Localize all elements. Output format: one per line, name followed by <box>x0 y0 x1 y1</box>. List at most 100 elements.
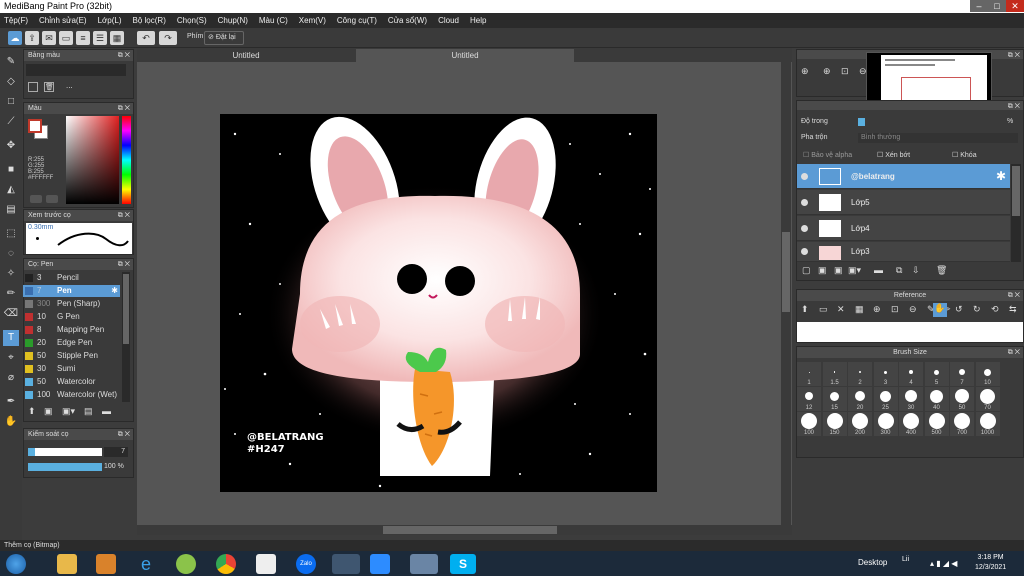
brush-size-slider[interactable] <box>28 448 102 456</box>
select-tool-icon[interactable]: ⬚ <box>3 226 19 242</box>
language-indicator[interactable]: Lii <box>902 556 909 563</box>
brush-size-option[interactable]: 40 <box>924 387 949 411</box>
brush-size-option[interactable]: 500 <box>924 412 949 436</box>
lock-checkbox[interactable]: ☐ Khóa <box>952 151 977 159</box>
cloud-icon[interactable]: ☁ <box>8 31 22 45</box>
brush-size-option[interactable]: 70 <box>975 387 1000 411</box>
select-pen-icon[interactable]: ✏ <box>3 286 19 302</box>
menu-tools[interactable]: Công cụ(T) <box>337 16 377 25</box>
brush-folder-icon[interactable]: ▣ <box>44 406 53 417</box>
rotate-left-icon[interactable]: ↺ <box>955 304 963 315</box>
new-layer-icon[interactable]: ▢ <box>802 265 811 276</box>
menu-select[interactable]: Chọn(S) <box>177 16 207 25</box>
ie-icon[interactable]: e <box>136 554 156 574</box>
layer-row[interactable]: Lớp5 <box>797 190 1010 215</box>
pen-icon[interactable]: ✒ <box>3 394 19 410</box>
tray-icons[interactable]: ▴ ▮ ◢ ◀ <box>930 559 957 568</box>
select-eraser-icon[interactable]: ⌫ <box>3 306 19 322</box>
maximize-button[interactable]: □ <box>988 0 1006 12</box>
clock[interactable]: 3:18 PM 12/3/2021 <box>975 553 1006 573</box>
pen-line-icon[interactable]: ⟋ <box>3 114 19 130</box>
reference-canvas[interactable] <box>797 322 1023 342</box>
eye-icon[interactable] <box>801 225 808 232</box>
opacity-slider[interactable] <box>28 463 102 471</box>
brush-size-option[interactable]: 1 <box>797 362 821 386</box>
brush-tool-icon[interactable]: ✎ <box>3 54 19 70</box>
panel-controls-icon[interactable]: ⧉ ✕ <box>118 103 130 114</box>
new-layer-8bit-icon[interactable]: ▣ <box>834 265 843 276</box>
brush-size-option[interactable]: 15 <box>822 387 847 411</box>
layers-scrollbar[interactable] <box>1011 164 1021 262</box>
move-tool-icon[interactable]: ✥ <box>3 138 19 154</box>
brush-item[interactable]: 30 Sumi <box>23 363 120 375</box>
menu-filter[interactable]: Bộ lọc(R) <box>133 16 166 25</box>
chat-icon[interactable]: ✉ <box>42 31 56 45</box>
palette-more[interactable]: ... <box>66 81 73 90</box>
brush-size-option[interactable]: 7 <box>950 362 974 386</box>
gear-icon[interactable]: ✱ <box>111 285 118 297</box>
add-brush-icon[interactable]: ⬆ <box>28 406 36 417</box>
panel-controls-icon[interactable]: ⧉ ✕ <box>118 429 130 440</box>
document-icon[interactable]: ≡ <box>76 31 90 45</box>
brush-copy-icon[interactable]: ▤ <box>84 406 93 417</box>
media-player-icon[interactable] <box>96 554 116 574</box>
menu-edit[interactable]: Chỉnh sửa(E) <box>39 16 87 25</box>
text-tool-icon[interactable]: T <box>3 330 19 346</box>
zoom-icon[interactable]: ⊕ <box>801 66 809 77</box>
brush-size-option[interactable]: 1.5 <box>822 362 847 386</box>
brush-size-option[interactable]: 12 <box>797 387 821 411</box>
chrome-icon[interactable] <box>216 554 236 574</box>
brush-size-option[interactable]: 700 <box>950 412 974 436</box>
layer-folder-icon[interactable]: ▬ <box>874 265 883 275</box>
current-color-swatch[interactable] <box>28 119 42 133</box>
menu-snap[interactable]: Chụp(N) <box>218 16 248 25</box>
ref-zoom-in-icon[interactable]: ⊕ <box>873 304 881 315</box>
duplicate-layer-icon[interactable]: ⧉ <box>896 265 902 276</box>
paint-icon[interactable] <box>256 554 276 574</box>
brush-size-option[interactable]: 5 <box>924 362 949 386</box>
app-icon[interactable] <box>176 554 196 574</box>
fit-icon[interactable]: ⊡ <box>841 66 849 77</box>
panel-controls-icon[interactable]: ⧉ ✕ <box>1008 347 1020 358</box>
tab-untitled-2[interactable]: Untitled <box>356 49 574 62</box>
comment-icon[interactable]: ▭ <box>59 31 73 45</box>
flip-icon[interactable]: ⇆ <box>1009 304 1017 315</box>
brush-dropdown-icon[interactable]: ▣▾ <box>62 406 75 417</box>
gear-icon[interactable]: ✱ <box>996 169 1006 183</box>
hand-ref-icon[interactable]: ✋ <box>933 303 947 317</box>
color-mode-button[interactable] <box>30 195 42 203</box>
palette-select[interactable] <box>26 64 126 76</box>
artwork-canvas[interactable]: @BELATRANG #H247 <box>220 114 657 492</box>
brush-item[interactable]: 50 Stipple Pen <box>23 350 120 362</box>
menu-cloud[interactable]: Cloud <box>438 16 459 25</box>
close-ref-icon[interactable]: ✕ <box>837 304 845 315</box>
menu-window[interactable]: Cửa sổ(W) <box>388 16 427 25</box>
bucket-tool-icon[interactable]: ◭ <box>3 182 19 198</box>
brush-size-option[interactable]: 4 <box>899 362 923 386</box>
panel-controls-icon[interactable]: ⧉ ✕ <box>118 210 130 221</box>
hand-tool-icon[interactable]: ✋ <box>3 414 19 430</box>
eraser-tool-icon[interactable]: ◇ <box>3 74 19 90</box>
operation-tool-icon[interactable]: ⌖ <box>3 350 19 366</box>
medibang-taskbar-icon[interactable] <box>410 554 438 574</box>
chrome-active-icon[interactable] <box>332 554 360 574</box>
menu-color[interactable]: Màu (C) <box>259 16 288 25</box>
brush-size-option[interactable]: 10 <box>975 362 1000 386</box>
brush-item[interactable]: 8 Mapping Pen <box>23 324 120 336</box>
clip-checkbox[interactable]: ☐ Xén bớt <box>877 151 910 159</box>
brush-size-value[interactable]: 7 <box>104 447 128 457</box>
brush-size-option[interactable]: 400 <box>899 412 923 436</box>
brush-item[interactable]: 20 Edge Pen <box>23 337 120 349</box>
desktop-toolbar[interactable]: Desktop <box>858 558 887 567</box>
rotate-right-icon[interactable]: ↻ <box>973 304 981 315</box>
brush-item[interactable]: 100 Watercolor (Wet) <box>23 389 120 401</box>
minimize-button[interactable]: – <box>970 0 988 12</box>
zalo-icon[interactable]: Zalo <box>296 554 316 574</box>
new-palette-icon[interactable] <box>28 82 38 92</box>
undo-icon[interactable]: ↶ <box>137 31 155 45</box>
panel-controls-icon[interactable]: ⧉ ✕ <box>1008 50 1020 61</box>
eye-icon[interactable] <box>801 173 808 180</box>
layer-row[interactable]: Lớp4 <box>797 216 1010 241</box>
ref-zoom-out-icon[interactable]: ⊖ <box>909 304 917 315</box>
brush-size-option[interactable]: 2 <box>848 362 872 386</box>
